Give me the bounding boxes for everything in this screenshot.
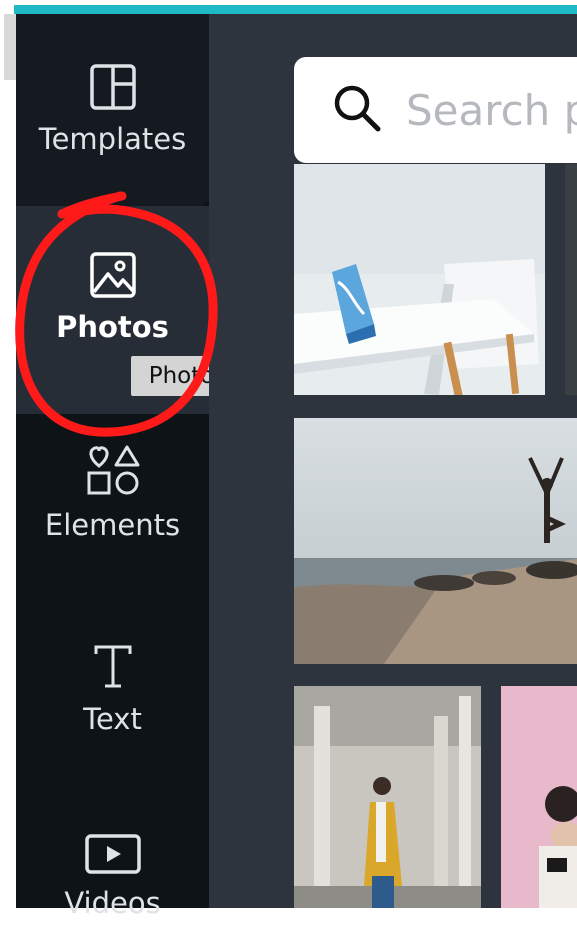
top-bar	[0, 0, 577, 14]
sidebar-item-elements[interactable]: Elements	[16, 444, 209, 584]
sidebar-item-label: Text	[83, 702, 142, 736]
sidebar-item-label: Photos	[56, 310, 169, 344]
photo-thumbnail[interactable]	[294, 418, 577, 664]
sidebar: Templates Photos Elements Text Videos	[16, 14, 209, 920]
left-edge	[0, 14, 16, 908]
left-edge-shade	[4, 14, 16, 80]
search-icon[interactable]	[332, 83, 382, 137]
search-bar[interactable]	[294, 57, 577, 163]
search-input[interactable]	[404, 84, 577, 136]
elements-icon	[85, 444, 141, 496]
photos-icon	[89, 252, 136, 298]
sidebar-item-label: Videos	[64, 886, 161, 920]
sidebar-item-templates[interactable]: Templates	[16, 14, 209, 206]
photos-panel	[209, 14, 577, 908]
photo-thumbnail[interactable]	[294, 164, 545, 395]
accent-stripe	[14, 5, 577, 14]
sidebar-item-videos[interactable]: Videos	[16, 834, 209, 934]
photo-thumbnail[interactable]	[294, 686, 481, 908]
photo-thumbnail[interactable]	[501, 686, 577, 908]
templates-icon	[89, 64, 136, 110]
videos-icon	[84, 834, 141, 874]
text-icon	[93, 644, 133, 690]
sidebar-item-label: Templates	[38, 122, 187, 156]
sidebar-item-text[interactable]: Text	[16, 644, 209, 774]
sidebar-item-label: Elements	[44, 508, 181, 542]
photo-thumbnail[interactable]	[565, 164, 577, 395]
